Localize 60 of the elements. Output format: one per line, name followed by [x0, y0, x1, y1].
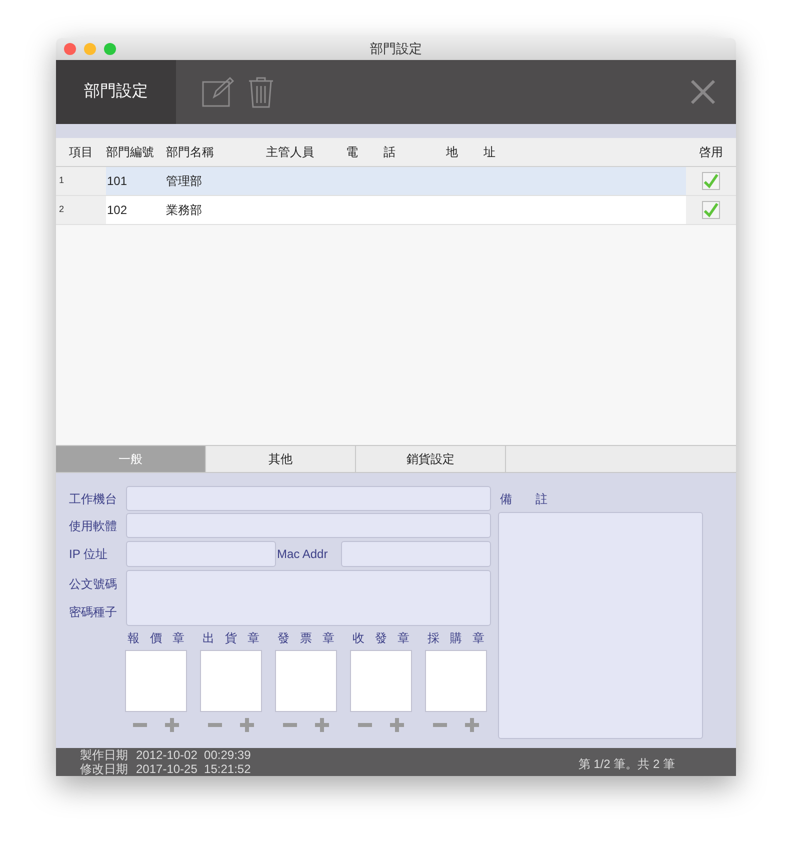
stamp-label: 出 貨 章 [202, 630, 260, 647]
field-label: Mac Addr [277, 546, 328, 560]
status-value: 2012-10-02 00:29:39 [136, 748, 251, 762]
checkbox[interactable] [702, 201, 720, 219]
stamp-image-box[interactable] [350, 650, 412, 712]
plus-icon[interactable] [165, 718, 179, 732]
plus-icon[interactable] [465, 718, 479, 732]
stamp-image-box[interactable] [200, 650, 262, 712]
field-label: 備 註 [500, 490, 548, 508]
stamp-image-box[interactable] [275, 650, 337, 712]
stamp-label: 收 發 章 [352, 630, 410, 647]
field-label: 公文號碼 [69, 576, 118, 593]
column-header: 地 址 [446, 145, 496, 159]
checkmark-icon [703, 202, 719, 218]
status-value: 2017-10-25 15:21:52 [136, 762, 251, 776]
stamp-label: 報 價 章 [128, 630, 184, 647]
zoom-button[interactable] [104, 43, 116, 55]
plus-icon[interactable] [315, 718, 329, 732]
field-label: IP 位址 [69, 546, 108, 560]
module-tab[interactable]: 部門設定 [56, 60, 176, 124]
table-row[interactable]: 2 102 業務部 [56, 196, 736, 225]
field-label: 工作機台 [69, 492, 117, 506]
field-label: 使用軟體 [69, 518, 117, 532]
table-cell: 101 [107, 174, 128, 188]
table-cell: 102 [107, 203, 128, 217]
table-cell-text: 2 [59, 203, 64, 216]
field-label: 密碼種子 [69, 604, 118, 621]
column-header: 部門編號 [106, 145, 154, 159]
stamp-image-box[interactable] [425, 650, 487, 712]
column-header: 啓用 [699, 144, 723, 161]
checkbox[interactable] [702, 172, 720, 190]
column-header: 主管人員 [266, 145, 314, 159]
input-field[interactable] [126, 540, 276, 566]
stamp-label: 發 票 章 [278, 630, 334, 647]
remark-area[interactable] [498, 512, 703, 739]
checkmark-icon [703, 173, 719, 189]
table-cell-text: 1 [59, 174, 64, 188]
column-header: 部門名稱 [166, 145, 214, 159]
edit-icon[interactable] [202, 77, 234, 107]
input-field[interactable] [126, 486, 491, 511]
close-icon[interactable] [690, 79, 716, 105]
plus-icon[interactable] [390, 718, 404, 732]
table-cell: 管理部 [166, 174, 202, 188]
table-row[interactable]: 1 101 管理部 [56, 167, 736, 196]
input-field[interactable] [341, 540, 491, 566]
stamp-image-box[interactable] [125, 650, 187, 712]
input-field[interactable] [126, 513, 491, 538]
status-label: 修改日期 [80, 762, 128, 776]
column-header: 項目 [69, 144, 93, 161]
plus-icon[interactable] [240, 718, 254, 732]
table-cell: 業務部 [166, 203, 202, 217]
window-title: 部門設定 [370, 40, 422, 58]
close-button[interactable] [64, 43, 76, 55]
trash-icon[interactable] [248, 76, 274, 108]
record-count: 第 1/2 筆。共 2 筆 [578, 756, 675, 770]
stamp-label: 採 購 章 [428, 630, 484, 647]
minimize-button[interactable] [84, 43, 96, 55]
status-label: 製作日期 [80, 748, 128, 762]
column-header: 電 話 [346, 145, 396, 159]
text-area[interactable] [126, 570, 491, 626]
